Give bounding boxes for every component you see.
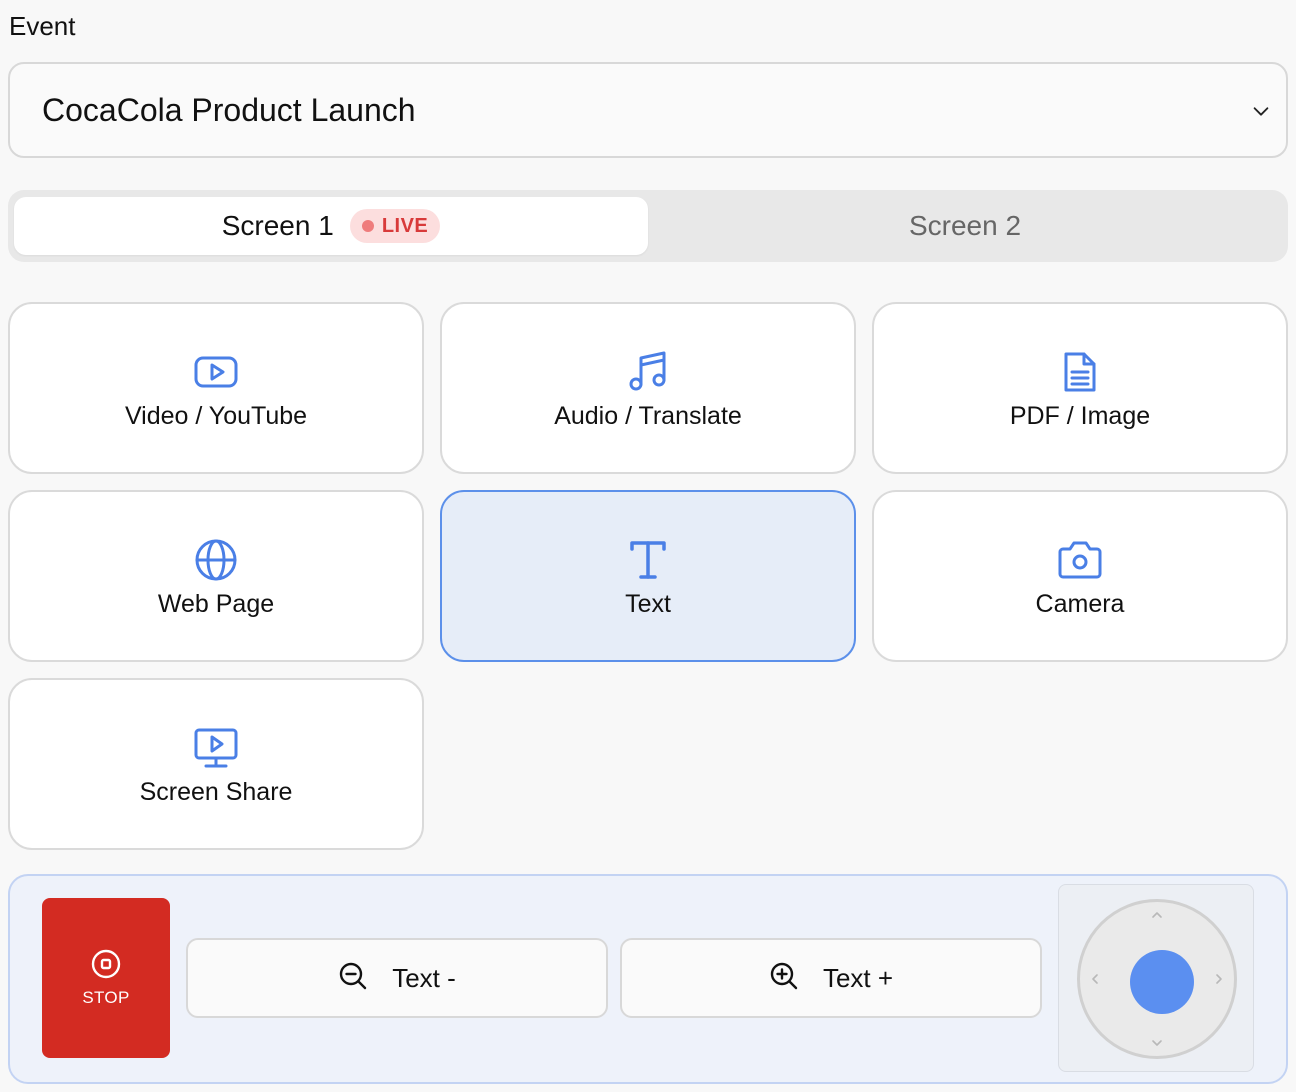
text-increase-button[interactable]: Text +	[620, 938, 1042, 1018]
globe-icon	[192, 536, 240, 584]
tile-pdf-image[interactable]: PDF / Image	[872, 302, 1288, 474]
tile-label: Text	[625, 590, 671, 618]
playback-controls: STOP Text - Text +	[8, 874, 1288, 1084]
text-increase-label: Text +	[822, 962, 894, 993]
chevron-down-icon	[1250, 100, 1272, 122]
tile-label: Camera	[1035, 590, 1125, 618]
live-dot-icon	[361, 220, 374, 232]
tile-label: Video / YouTube	[124, 402, 308, 430]
event-select[interactable]: CocaCola Product Launch	[8, 62, 1288, 158]
event-label: Event	[9, 11, 76, 41]
stop-button[interactable]: STOP	[42, 898, 170, 1058]
zoom-in-icon	[769, 961, 799, 996]
tab-screen-2[interactable]: Screen 2	[648, 197, 1282, 255]
text-decrease-label: Text -	[392, 962, 456, 993]
tile-camera[interactable]: Camera	[872, 490, 1288, 662]
chevron-left-icon[interactable]	[1088, 972, 1102, 986]
tile-label: Web Page	[157, 590, 275, 618]
text-t-icon	[624, 536, 672, 584]
youtube-icon	[192, 348, 240, 396]
zoom-out-icon	[338, 961, 368, 996]
tile-text[interactable]: Text	[440, 490, 856, 662]
chevron-right-icon[interactable]	[1212, 972, 1226, 986]
music-note-icon	[624, 348, 672, 396]
tile-screen-share[interactable]: Screen Share	[8, 678, 424, 850]
tab-label: Screen 1	[221, 210, 334, 241]
joystick-ring[interactable]	[1077, 899, 1237, 1059]
joystick-knob[interactable]	[1130, 950, 1194, 1014]
tab-screen-1[interactable]: Screen 1 LIVE	[14, 197, 648, 255]
tile-web-page[interactable]: Web Page	[8, 490, 424, 662]
document-icon	[1056, 348, 1104, 396]
tile-audio-translate[interactable]: Audio / Translate	[440, 302, 856, 474]
stop-icon	[90, 948, 122, 980]
tile-video-youtube[interactable]: Video / YouTube	[8, 302, 424, 474]
chevron-down-icon[interactable]	[1150, 1036, 1164, 1050]
camera-icon	[1056, 536, 1104, 584]
live-badge: LIVE	[349, 209, 441, 243]
tile-label: Audio / Translate	[554, 402, 742, 430]
screen-share-icon	[192, 724, 240, 772]
joystick-panel	[1058, 884, 1254, 1072]
text-decrease-button[interactable]: Text -	[186, 938, 608, 1018]
screen-tabs: Screen 1 LIVE Screen 2	[8, 190, 1288, 262]
tile-label: Screen Share	[139, 778, 293, 806]
chevron-up-icon[interactable]	[1150, 908, 1164, 922]
live-badge-label: LIVE	[381, 214, 429, 237]
stop-label: STOP	[82, 988, 130, 1007]
event-select-value: CocaCola Product Launch	[42, 91, 416, 128]
tile-label: PDF / Image	[1009, 402, 1151, 430]
tab-label: Screen 2	[908, 210, 1022, 241]
